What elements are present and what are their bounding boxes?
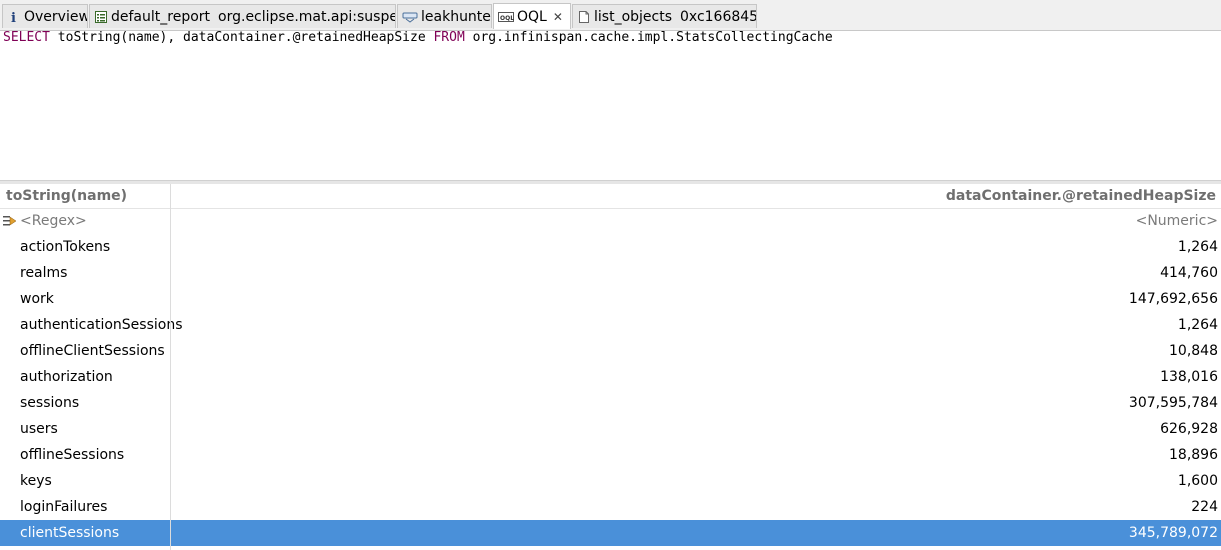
- cell-value: 224: [1191, 499, 1218, 515]
- table-row[interactable]: offlineSessions 18,896: [0, 442, 1221, 468]
- query-line: SELECT toString(name), dataContainer.@re…: [3, 31, 833, 44]
- cell-name: authorization: [20, 369, 113, 385]
- report-icon: [94, 9, 108, 25]
- cell-name: authenticationSessions: [20, 317, 183, 333]
- table-row[interactable]: offlineClientSessions 10,848: [0, 338, 1221, 364]
- cell-value: 147,692,656: [1128, 291, 1218, 307]
- tab-overview[interactable]: i Overview: [2, 4, 88, 28]
- cell-value: 414,760: [1160, 265, 1218, 281]
- column-header-retained-heap[interactable]: dataContainer.@retainedHeapSize: [946, 188, 1216, 204]
- table-header: toString(name) dataContainer.@retainedHe…: [0, 184, 1221, 209]
- column-header-name[interactable]: toString(name): [6, 188, 127, 204]
- tab-sublabel: org.eclipse.mat.api:suspects: [218, 8, 395, 25]
- close-icon[interactable]: ✕: [553, 10, 563, 24]
- filter-row[interactable]: <Regex> <Numeric>: [0, 208, 1221, 234]
- cell-name: actionTokens: [20, 239, 111, 255]
- info-icon: i: [7, 9, 21, 25]
- cell-name: offlineClientSessions: [20, 343, 165, 359]
- tab-label: default_report: [111, 8, 211, 25]
- table-row[interactable]: authorization 138,016: [0, 364, 1221, 390]
- cell-value: 10,848: [1169, 343, 1218, 359]
- cell-name: realms: [20, 265, 68, 281]
- cell-value: 18,896: [1169, 447, 1218, 463]
- svg-text:OQL: OQL: [500, 15, 514, 22]
- cell-value: 307,595,784: [1128, 395, 1218, 411]
- cell-name: clientSessions: [20, 525, 120, 541]
- table-row[interactable]: actionTokens 1,264: [0, 234, 1221, 260]
- tab-sublabel: 0xc1668450: [680, 8, 756, 25]
- tab-label: OQL: [517, 8, 547, 25]
- cell-name: loginFailures: [20, 499, 108, 515]
- query-text: toString(name), dataContainer.@retainedH…: [49, 30, 434, 45]
- column-divider[interactable]: [170, 184, 171, 550]
- table-row[interactable]: authenticationSessions 1,264: [0, 312, 1221, 338]
- cell-name: offlineSessions: [20, 447, 125, 463]
- cell-value: 345,789,072: [1128, 525, 1218, 541]
- table-row[interactable]: loginFailures 224: [0, 494, 1221, 520]
- filter-icon: [3, 214, 17, 228]
- cell-value: 138,016: [1160, 369, 1218, 385]
- tab-leakhunter[interactable]: leakhunter: [397, 4, 492, 28]
- table-row[interactable]: users 626,928: [0, 416, 1221, 442]
- editor-tab-bar: i Overview default_report org.eclipse.ma…: [0, 0, 1221, 31]
- leakhunter-icon: [402, 9, 418, 25]
- keyword-select: SELECT: [3, 30, 50, 45]
- cell-value: 1,264: [1177, 317, 1218, 333]
- name-filter-input[interactable]: <Regex>: [20, 213, 87, 229]
- tab-label: list_objects: [594, 8, 672, 25]
- tab-default-report[interactable]: default_report org.eclipse.mat.api:suspe…: [89, 4, 396, 28]
- table-row[interactable]: keys 1,600: [0, 468, 1221, 494]
- tab-label: Overview: [24, 8, 88, 25]
- table-row-selected[interactable]: clientSessions 345,789,072: [0, 520, 1221, 546]
- cell-name: work: [20, 291, 54, 307]
- cell-value: 1,264: [1177, 239, 1218, 255]
- cell-name: sessions: [20, 395, 80, 411]
- oql-query-editor[interactable]: SELECT toString(name), dataContainer.@re…: [0, 31, 1221, 179]
- query-text: org.infinispan.cache.impl.StatsCollectin…: [464, 30, 833, 45]
- tab-oql[interactable]: OQL OQL ✕: [493, 3, 571, 29]
- cell-name: keys: [20, 473, 52, 489]
- tab-list-objects[interactable]: list_objects 0xc1668450: [572, 4, 757, 28]
- cell-name: users: [20, 421, 58, 437]
- table-row[interactable]: sessions 307,595,784: [0, 390, 1221, 416]
- svg-text:i: i: [11, 11, 16, 24]
- oql-icon: OQL: [498, 9, 514, 25]
- tab-label: leakhunter: [421, 8, 492, 25]
- document-icon: [577, 9, 591, 25]
- cell-value: 1,600: [1177, 473, 1218, 489]
- result-table: toString(name) dataContainer.@retainedHe…: [0, 184, 1221, 550]
- value-filter-input[interactable]: <Numeric>: [1136, 213, 1218, 229]
- keyword-from: FROM: [433, 30, 465, 45]
- table-row[interactable]: work 147,692,656: [0, 286, 1221, 312]
- cell-value: 626,928: [1160, 421, 1218, 437]
- table-row[interactable]: realms 414,760: [0, 260, 1221, 286]
